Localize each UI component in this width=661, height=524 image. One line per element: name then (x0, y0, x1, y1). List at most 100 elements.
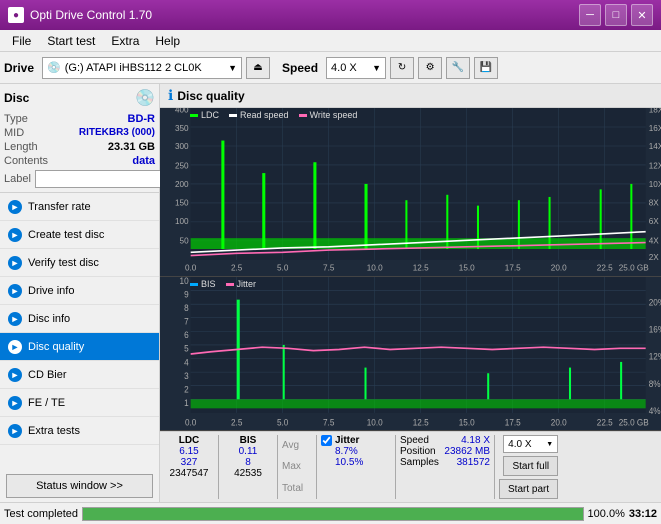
charts-container: LDC Read speed Write speed (160, 108, 661, 431)
nav-drive-info[interactable]: ► Drive info (0, 277, 159, 305)
settings-button2[interactable]: 🔧 (446, 57, 470, 79)
disc-label-input[interactable] (35, 170, 173, 188)
svg-text:400: 400 (175, 108, 189, 114)
nav-disc-quality-label: Disc quality (28, 341, 84, 353)
stats-bar: LDC 6.15 327 2347547 BIS 0.11 8 42535 Av… (160, 431, 661, 502)
ldc-max-value: 327 (181, 457, 198, 468)
settings-button1[interactable]: ⚙ (418, 57, 442, 79)
title-bar: ● Opti Drive Control 1.70 ─ □ ✕ (0, 0, 661, 30)
jitter-header-row: Jitter (321, 435, 391, 446)
svg-text:300: 300 (175, 141, 189, 151)
disc-mid-row: MID RITEKBR3 (000) (4, 126, 155, 140)
position-value: 23862 MB (444, 446, 490, 457)
status-window-button[interactable]: Status window >> (6, 474, 153, 498)
menu-start-test[interactable]: Start test (39, 32, 103, 50)
write-speed-legend-label: Write speed (310, 110, 358, 120)
speed-value: 4.0 X (331, 62, 357, 74)
progress-bar-container (82, 507, 584, 521)
minimize-button[interactable]: ─ (579, 4, 601, 26)
nav-cd-bier-label: CD Bier (28, 369, 67, 381)
chart-title: Disc quality (177, 89, 244, 103)
svg-text:5.0: 5.0 (277, 417, 289, 427)
menu-help[interactable]: Help (147, 32, 188, 50)
svg-text:10X: 10X (649, 179, 661, 189)
disc-info-icon: ► (8, 312, 22, 326)
svg-text:8%: 8% (649, 379, 661, 389)
svg-text:17.5: 17.5 (505, 417, 521, 427)
close-button[interactable]: ✕ (631, 4, 653, 26)
svg-text:9: 9 (184, 289, 189, 299)
avg-label: Avg (282, 440, 312, 451)
disc-icon: 💿 (135, 88, 155, 108)
chart-header-icon: ℹ (168, 87, 173, 104)
nav-extra-tests[interactable]: ► Extra tests (0, 417, 159, 445)
menu-extra[interactable]: Extra (103, 32, 147, 50)
cd-bier-icon: ► (8, 368, 22, 382)
nav-disc-info[interactable]: ► Disc info (0, 305, 159, 333)
samples-value: 381572 (457, 457, 490, 468)
stats-divider5 (494, 435, 495, 499)
save-button[interactable]: 💾 (474, 57, 498, 79)
drive-label: Drive (4, 61, 34, 75)
ldc-column: LDC 6.15 327 2347547 (164, 435, 214, 499)
svg-text:8: 8 (184, 303, 189, 313)
svg-text:14X: 14X (649, 141, 661, 151)
svg-text:12X: 12X (649, 161, 661, 171)
menu-file[interactable]: File (4, 32, 39, 50)
disc-length-value: 23.31 GB (108, 141, 155, 153)
svg-text:25.0 GB: 25.0 GB (619, 262, 649, 272)
main-content: Disc 💿 Type BD-R MID RITEKBR3 (000) Leng… (0, 84, 661, 502)
samples-row: Samples 381572 (400, 457, 490, 468)
bottom-bar: Test completed 100.0% 33:12 (0, 502, 661, 524)
nav-cd-bier[interactable]: ► CD Bier (0, 361, 159, 389)
svg-text:10: 10 (180, 277, 189, 286)
start-part-button[interactable]: Start part (499, 479, 558, 499)
title-bar-left: ● Opti Drive Control 1.70 (8, 7, 152, 23)
ldc-avg-value: 6.15 (179, 446, 198, 457)
bis-avg-value: 0.11 (239, 446, 258, 457)
jitter-max-value: 10.5% (321, 457, 391, 468)
nav-transfer-rate-label: Transfer rate (28, 201, 91, 213)
nav-disc-quality[interactable]: ► Disc quality (0, 333, 159, 361)
jitter-header-label: Jitter (335, 435, 359, 446)
svg-text:250: 250 (175, 161, 189, 171)
drive-dropdown-arrow: ▼ (228, 63, 237, 73)
svg-text:18X: 18X (649, 108, 661, 114)
disc-type-value: BD-R (128, 113, 156, 125)
drive-info-icon: ► (8, 284, 22, 298)
jitter-checkbox[interactable] (321, 435, 332, 446)
svg-text:7.5: 7.5 (323, 417, 335, 427)
read-speed-legend-dot (229, 114, 237, 117)
legend-write-speed: Write speed (299, 110, 358, 120)
nav-fe-te[interactable]: ► FE / TE (0, 389, 159, 417)
ldc-legend-dot (190, 114, 198, 117)
nav-fe-te-label: FE / TE (28, 397, 65, 409)
nav-verify-test-disc[interactable]: ► Verify test disc (0, 249, 159, 277)
create-test-disc-icon: ► (8, 228, 22, 242)
nav-transfer-rate[interactable]: ► Transfer rate (0, 193, 159, 221)
maximize-button[interactable]: □ (605, 4, 627, 26)
nav-create-test-disc[interactable]: ► Create test disc (0, 221, 159, 249)
legend-jitter: Jitter (226, 279, 257, 289)
refresh-button[interactable]: ↻ (390, 57, 414, 79)
legend-bis: BIS (190, 279, 216, 289)
eject-button[interactable]: ⏏ (246, 57, 270, 79)
start-full-button[interactable]: Start full (503, 456, 558, 476)
svg-text:12.5: 12.5 (413, 417, 429, 427)
svg-text:7.5: 7.5 (323, 262, 335, 272)
nav-create-test-disc-label: Create test disc (28, 229, 104, 241)
disc-header: Disc 💿 (4, 88, 155, 108)
stats-row-labels: Avg Max Total (282, 435, 312, 499)
progress-bar-fill (83, 508, 583, 520)
fe-te-icon: ► (8, 396, 22, 410)
svg-text:2.5: 2.5 (231, 262, 243, 272)
bis-legend-dot (190, 283, 198, 286)
svg-text:20.0: 20.0 (551, 417, 567, 427)
svg-text:3: 3 (184, 371, 189, 381)
max-label: Max (282, 461, 312, 472)
svg-text:100: 100 (175, 216, 189, 226)
samples-label: Samples (400, 457, 439, 468)
nav-disc-info-label: Disc info (28, 313, 70, 325)
jitter-legend-dot (226, 283, 234, 286)
stats-divider4 (395, 435, 396, 499)
